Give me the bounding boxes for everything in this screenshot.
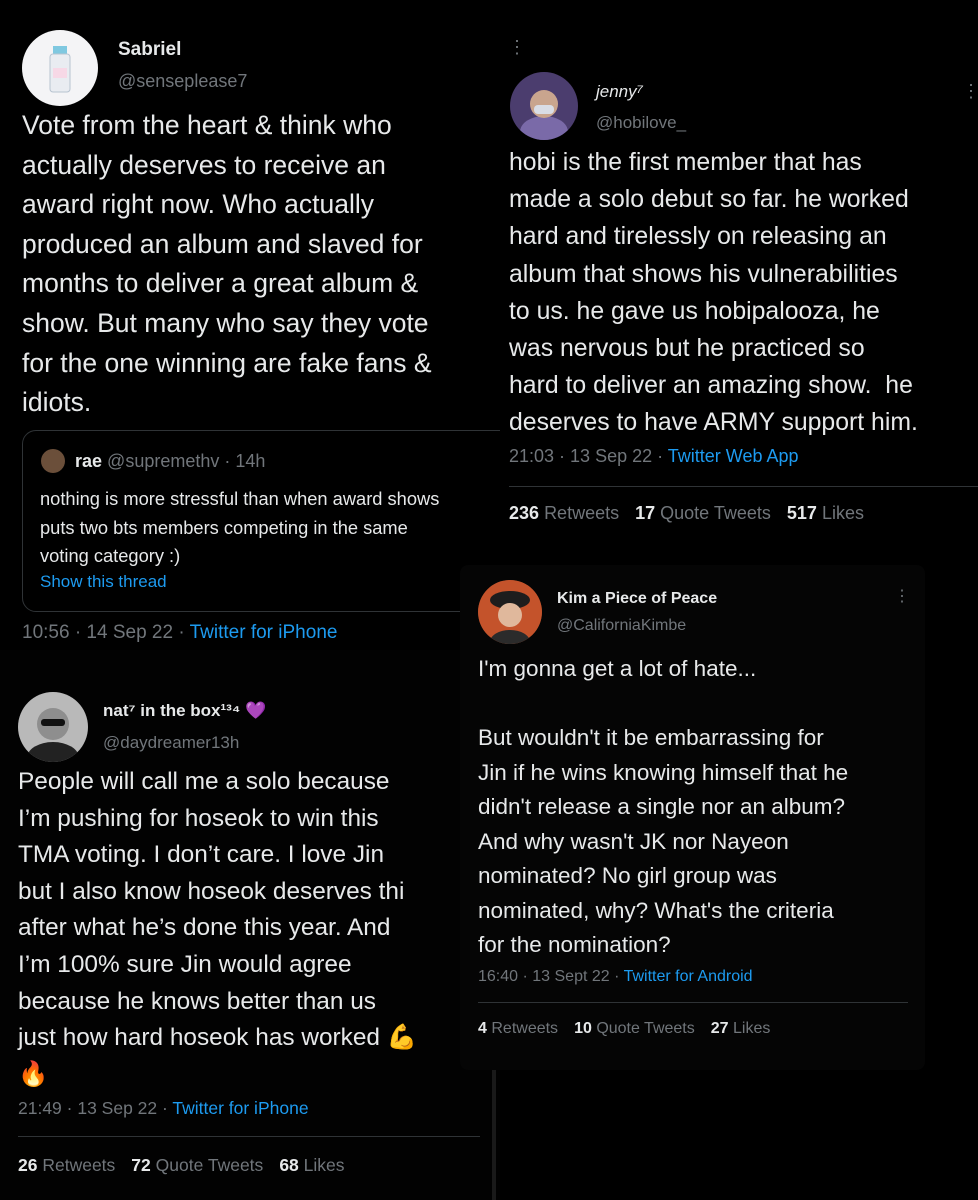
timestamp-line: 21:03 · 13 Sep 22 · Twitter Web App — [509, 446, 799, 467]
tweet-text: I'm gonna get a lot of hate... But would… — [478, 656, 849, 957]
retweets-count[interactable]: 4 Retweets — [478, 1020, 558, 1038]
quote-separator: · — [224, 451, 231, 471]
avatar[interactable] — [18, 692, 88, 762]
retweets-count[interactable]: 26 Retweets — [18, 1155, 115, 1176]
quote-handle: @supremethv — [107, 451, 220, 471]
display-name[interactable]: jenny⁷ — [596, 82, 643, 102]
tweet-text: hobi is the first member that has made a… — [509, 149, 918, 437]
tweet-text: Vote from the heart & think who actually… — [22, 110, 432, 418]
handle[interactable]: @CaliforniaKimbe — [557, 617, 686, 635]
quote-time: 14h — [235, 451, 266, 471]
retweets-count[interactable]: 236 Retweets — [509, 503, 619, 524]
engagement-stats: 236 Retweets 17 Quote Tweets 517 Likes — [509, 503, 864, 524]
more-options-icon[interactable]: ⋮ — [508, 38, 526, 56]
heart-emoji: 💜 — [244, 701, 267, 720]
source-link[interactable]: Twitter for iPhone — [172, 1098, 308, 1118]
likes-count[interactable]: 68 Likes — [279, 1155, 344, 1176]
timestamp-line: 16:40 · 13 Sept 22 · Twitter for Android — [478, 968, 753, 986]
avatar — [41, 449, 65, 473]
tweet-jenny: ⋮ ⋮ jenny⁷ @hobilove_ hobi is the first … — [500, 0, 978, 545]
engagement-stats: 26 Retweets 72 Quote Tweets 68 Likes — [18, 1155, 345, 1176]
timestamp[interactable]: 21:49 · 13 Sep 22 · — [18, 1098, 172, 1118]
likes-count[interactable]: 517 Likes — [787, 503, 864, 524]
show-thread-link[interactable]: Show this thread — [40, 572, 167, 592]
avatar[interactable] — [22, 30, 98, 106]
timestamp[interactable]: 21:03 · 13 Sep 22 · — [509, 446, 668, 466]
handle[interactable]: @hobilove_ — [596, 113, 686, 133]
timestamp[interactable]: 10:56 · 14 Sep 22 · — [22, 622, 190, 643]
quote-tweets-count[interactable]: 17 Quote Tweets — [635, 503, 771, 524]
engagement-stats: 4 Retweets 10 Quote Tweets 27 Likes — [478, 1020, 770, 1038]
more-options-icon[interactable]: ⋮ — [894, 589, 910, 605]
source-link[interactable]: Twitter for iPhone — [190, 622, 338, 643]
avatar[interactable] — [478, 580, 542, 644]
handle[interactable]: @daydreamer13h — [103, 733, 239, 753]
display-name[interactable]: Sabriel — [118, 39, 181, 61]
handle[interactable]: @senseplease7 — [118, 71, 247, 92]
source-link[interactable]: Twitter for Android — [624, 968, 753, 985]
timestamp-line: 21:49 · 13 Sep 22 · Twitter for iPhone — [18, 1098, 309, 1119]
quote-text: nothing is more stressful than when awar… — [40, 488, 440, 566]
tweet-text: People will call me a solo because I’m p… — [18, 768, 418, 1088]
quote-tweets-count[interactable]: 10 Quote Tweets — [574, 1020, 695, 1038]
quote-display-name: rae — [75, 451, 103, 471]
tweet-sabriel: Sabriel @senseplease7 Vote from the hear… — [0, 0, 500, 650]
quote-tweets-count[interactable]: 72 Quote Tweets — [131, 1155, 263, 1176]
display-name[interactable]: nat⁷ in the box¹³⁴ — [103, 701, 240, 720]
collage-divider — [492, 1070, 496, 1200]
likes-count[interactable]: 27 Likes — [711, 1020, 771, 1038]
timestamp[interactable]: 16:40 · 13 Sept 22 · — [478, 968, 624, 985]
timestamp-line: 10:56 · 14 Sep 22 · Twitter for iPhone — [22, 622, 337, 644]
divider — [478, 1002, 908, 1003]
quoted-tweet[interactable]: rae @supremethv · 14h nothing is more st… — [22, 430, 500, 612]
tweet-nat: nat⁷ in the box¹³⁴ 💜 @daydreamer13h Peop… — [0, 650, 500, 1200]
source-link[interactable]: Twitter Web App — [668, 446, 799, 466]
divider — [18, 1136, 480, 1137]
display-name[interactable]: Kim a Piece of Peace — [557, 590, 717, 608]
tweet-kim: ⋮ Kim a Piece of Peace @CaliforniaKimbe … — [460, 565, 925, 1070]
divider — [509, 486, 978, 487]
more-options-icon[interactable]: ⋮ — [962, 82, 978, 100]
avatar[interactable] — [510, 72, 578, 140]
